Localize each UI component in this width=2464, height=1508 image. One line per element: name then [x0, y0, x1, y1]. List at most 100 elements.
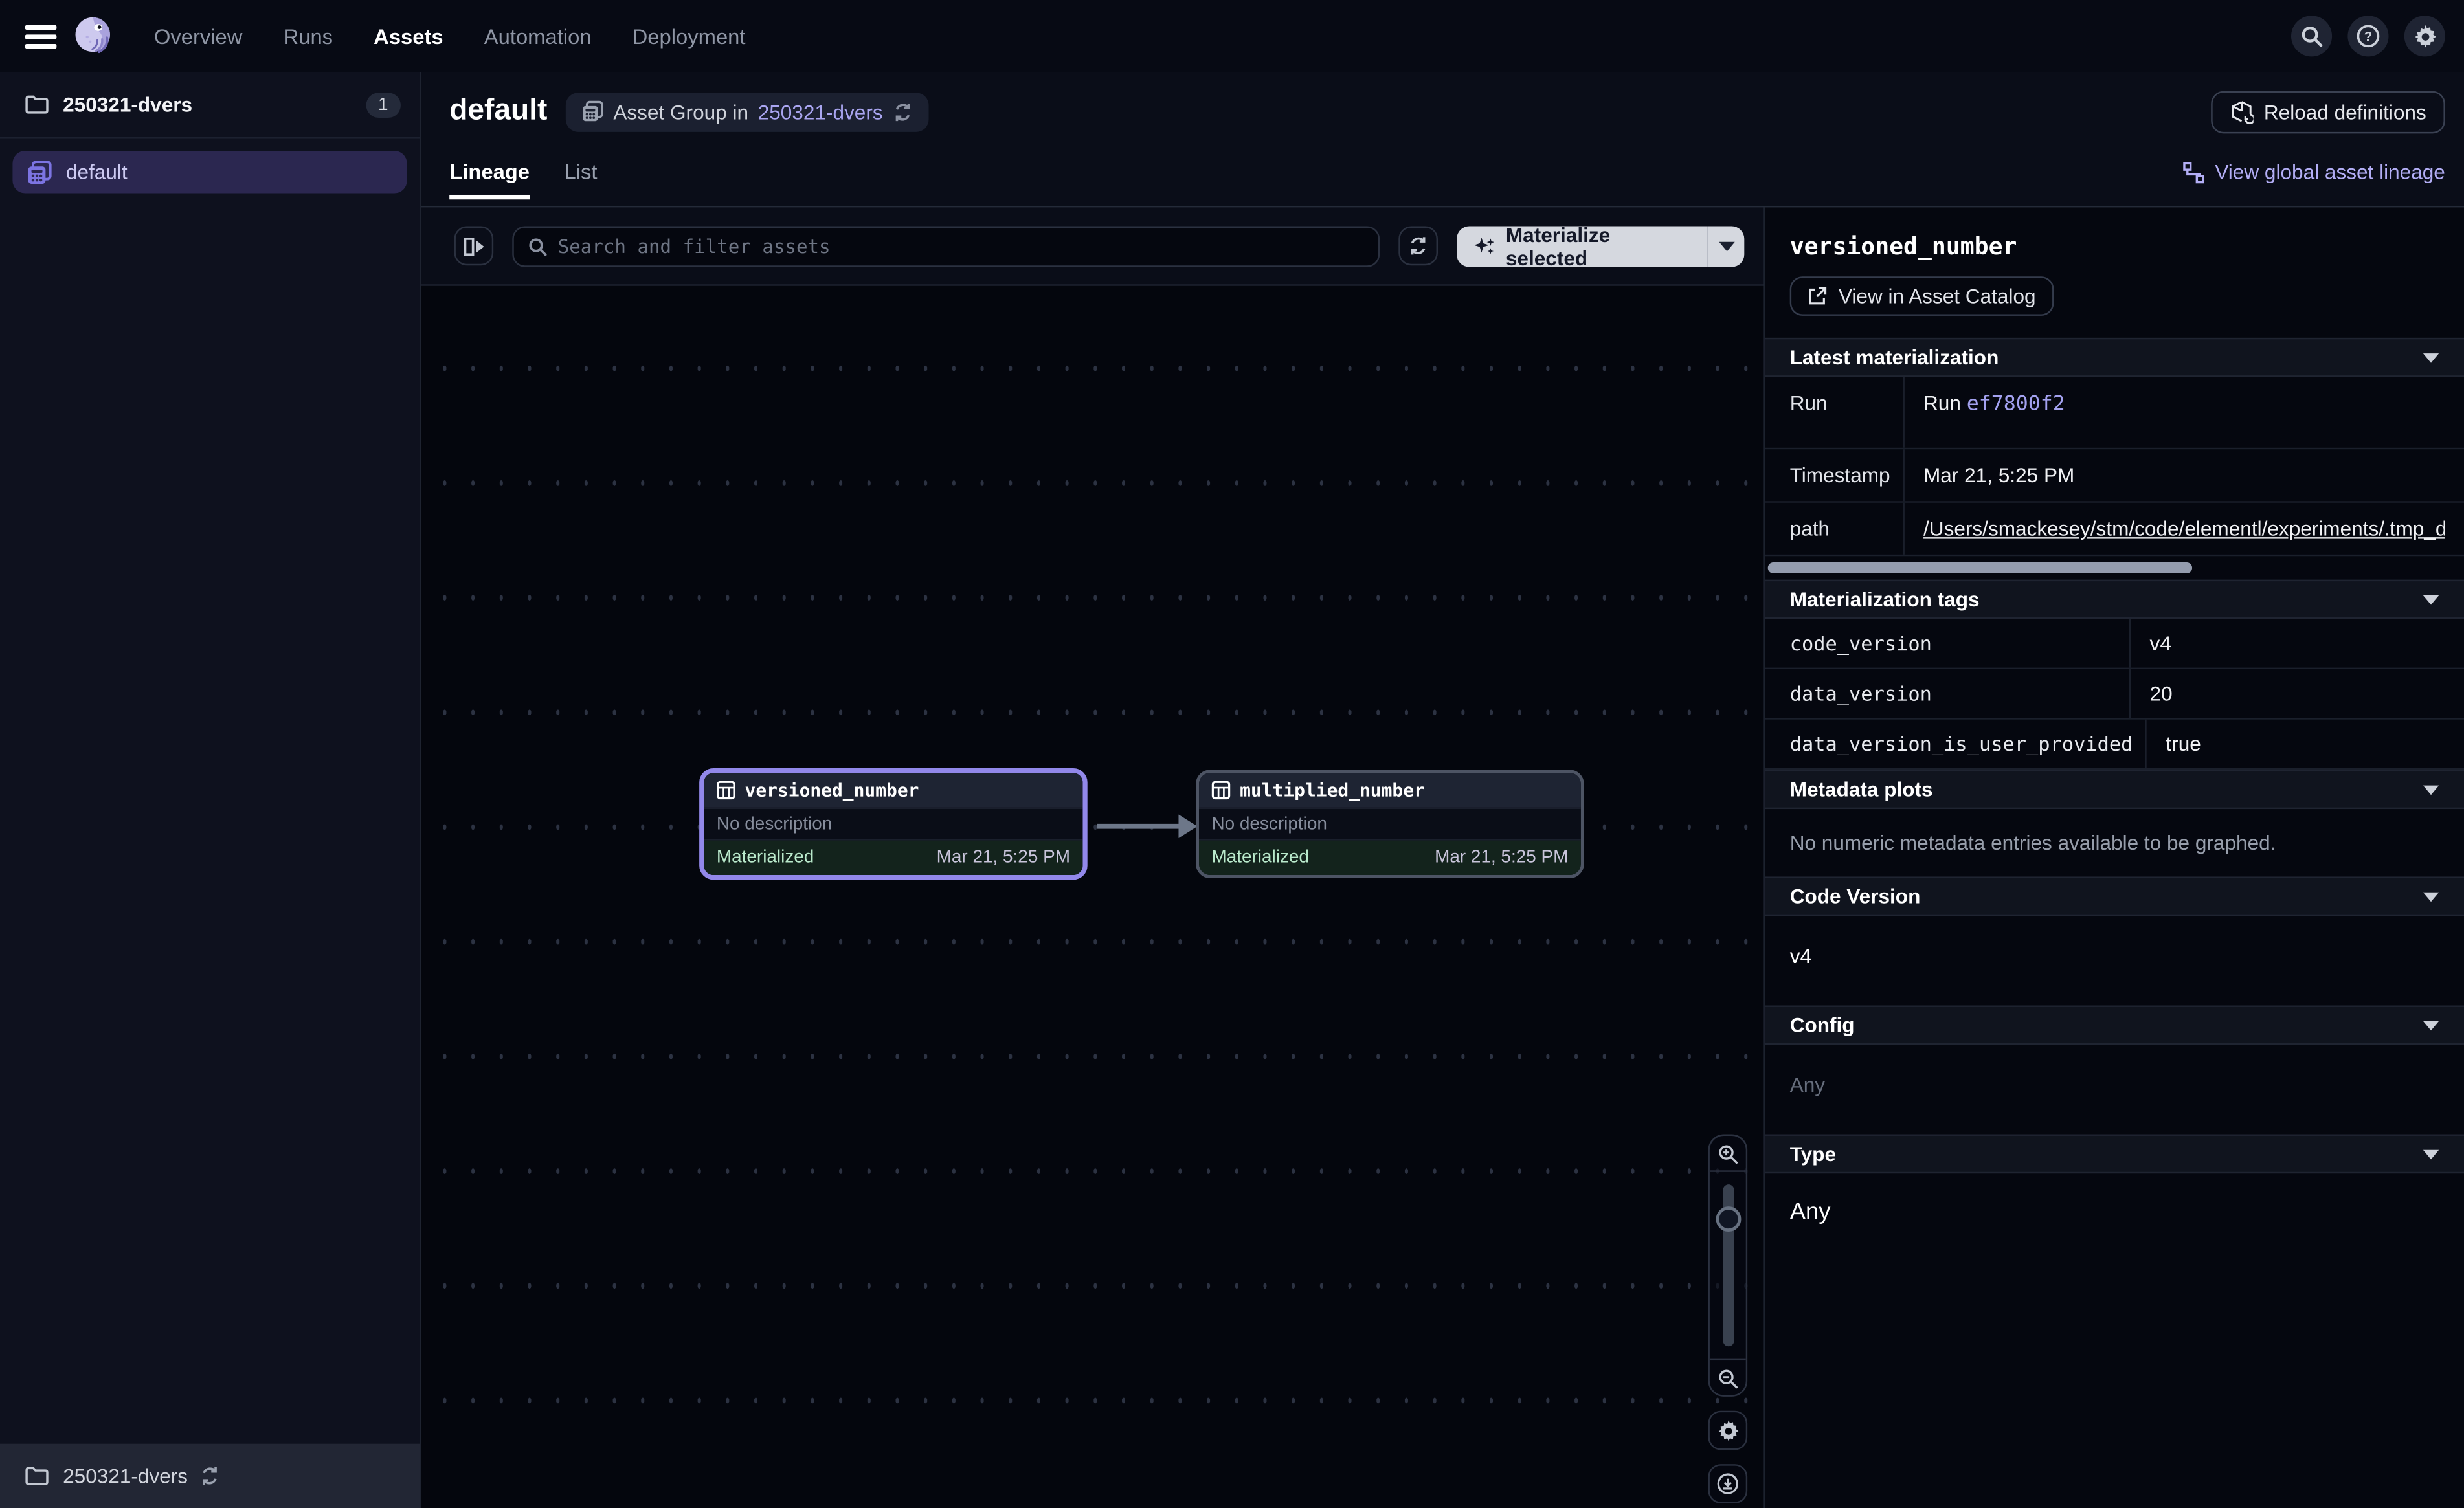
zoom-slider-thumb[interactable]	[1715, 1206, 1740, 1232]
reload-definitions-button[interactable]: Reload definitions	[2210, 91, 2445, 133]
asset-node-description: No description	[1199, 808, 1581, 841]
recenter-view-button[interactable]	[1708, 1464, 1747, 1503]
reload-cube-icon	[2229, 100, 2252, 123]
sidebar-footer[interactable]: 250321-dvers	[0, 1444, 420, 1508]
dagster-app: Overview Runs Assets Automation Deployme…	[0, 0, 2464, 1508]
expand-panel-button[interactable]	[454, 227, 493, 266]
nav-item-assets[interactable]: Assets	[374, 25, 443, 48]
refresh-icon	[1407, 236, 1428, 256]
section-caret-icon[interactable]	[2423, 353, 2439, 362]
asset-node-status-row: Materialized Mar 21, 5:25 PM	[704, 841, 1082, 875]
dagster-logo[interactable]	[73, 14, 117, 58]
section-metadata-plots[interactable]: Metadata plots	[1765, 770, 2464, 809]
metadata-plots-empty: No numeric metadata entries available to…	[1765, 809, 2464, 876]
footer-repo-name: 250321-dvers	[63, 1464, 188, 1487]
section-title: Code Version	[1790, 885, 1921, 908]
asset-node-description: No description	[704, 808, 1082, 841]
chevron-down-icon	[1718, 241, 1734, 251]
main-area: default Asset Group in 250321-dvers	[421, 72, 2464, 1508]
refresh-graph-button[interactable]	[1398, 227, 1438, 266]
tab-lineage[interactable]: Lineage	[449, 151, 530, 199]
badge-prefix: Asset Group in	[613, 100, 748, 123]
help-icon: ?	[2356, 23, 2381, 49]
sidebar-item-default[interactable]: default	[12, 151, 407, 194]
section-title: Materialization tags	[1790, 588, 1980, 611]
page-title: default	[449, 94, 547, 129]
nav-item-runs[interactable]: Runs	[284, 25, 333, 48]
config-value: Any	[1765, 1045, 2464, 1134]
search-icon	[528, 236, 547, 255]
materialized-timestamp: Mar 21, 5:25 PM	[937, 848, 1070, 867]
refresh-icon[interactable]	[892, 102, 913, 122]
section-type[interactable]: Type	[1765, 1135, 2464, 1174]
panel-expand-icon	[463, 236, 485, 255]
section-title: Type	[1790, 1142, 1836, 1166]
view-global-asset-lineage-label: View global asset lineage	[2215, 161, 2445, 184]
asset-node-versioned-number[interactable]: versioned_number No description Material…	[699, 768, 1088, 880]
repo-count-badge: 1	[366, 92, 401, 117]
row-label-path: path	[1765, 503, 1903, 555]
section-latest-materialization[interactable]: Latest materialization	[1765, 338, 2464, 377]
asset-detail-panel: versioned_number View in Asset Catalog L…	[1765, 207, 2464, 1508]
sidebar-repo-row[interactable]: 250321-dvers 1	[0, 72, 420, 139]
asset-sidebar: 250321-dvers 1 default	[0, 72, 421, 1508]
materialize-sparkle-icon	[1473, 235, 1495, 257]
refresh-icon[interactable]	[199, 1466, 219, 1487]
zoom-out-button[interactable]	[1710, 1359, 1746, 1395]
asset-group-icon	[27, 159, 52, 184]
table-row: data_version 20	[1765, 669, 2464, 720]
nav-item-deployment[interactable]: Deployment	[633, 25, 746, 48]
asset-table-icon	[717, 781, 735, 799]
row-value-run: Run ef7800f2	[1903, 377, 2464, 448]
row-label-timestamp: Timestamp	[1765, 449, 1903, 501]
latest-materialization-table: Run Run ef7800f2 Timestamp Mar 21, 5:25 …	[1765, 377, 2464, 557]
tab-list[interactable]: List	[564, 151, 597, 199]
tag-value: v4	[2129, 619, 2464, 667]
search-button[interactable]	[2291, 16, 2332, 56]
section-caret-icon[interactable]	[2423, 595, 2439, 604]
lineage-canvas[interactable]: versioned_number No description Material…	[421, 286, 1764, 1508]
hamburger-menu-icon[interactable]	[25, 25, 57, 48]
materialize-selected-button[interactable]: Materialize selected	[1457, 225, 1745, 266]
help-button[interactable]: ?	[2347, 16, 2388, 56]
asset-node-multiplied-number[interactable]: multiplied_number No description Materia…	[1196, 770, 1584, 878]
run-id-link[interactable]: ef7800f2	[1967, 393, 2065, 416]
section-caret-icon[interactable]	[2423, 1149, 2439, 1159]
gear-icon	[1717, 1419, 1739, 1441]
zoom-in-button[interactable]	[1710, 1136, 1746, 1172]
row-label-run: Run	[1765, 377, 1903, 448]
view-global-asset-lineage-link[interactable]: View global asset lineage	[2182, 151, 2445, 184]
section-title: Latest materialization	[1790, 346, 1999, 369]
zoom-slider[interactable]	[1710, 1172, 1746, 1359]
table-row: path /Users/smackesey/stm/code/elementl/…	[1765, 503, 2464, 557]
svg-text:?: ?	[2364, 29, 2373, 44]
section-config[interactable]: Config	[1765, 1005, 2464, 1045]
graph-settings-button[interactable]	[1708, 1411, 1747, 1450]
settings-button[interactable]	[2404, 16, 2445, 56]
nav-item-overview[interactable]: Overview	[154, 25, 243, 48]
materialize-dropdown-button[interactable]	[1707, 225, 1744, 266]
zoom-out-icon	[1718, 1368, 1738, 1388]
section-caret-icon[interactable]	[2423, 1021, 2439, 1030]
recenter-download-icon	[1716, 1472, 1740, 1495]
section-code-version[interactable]: Code Version	[1765, 876, 2464, 916]
top-nav: Overview Runs Assets Automation Deployme…	[0, 0, 2464, 72]
horizontal-scrollbar[interactable]	[1768, 562, 2192, 573]
search-icon	[2301, 25, 2323, 47]
materialize-selected-label: Materialize selected	[1506, 225, 1689, 266]
primary-nav: Overview Runs Assets Automation Deployme…	[154, 25, 746, 48]
section-materialization-tags[interactable]: Materialization tags	[1765, 580, 2464, 619]
section-caret-icon[interactable]	[2423, 784, 2439, 794]
section-title: Config	[1790, 1014, 1855, 1037]
code-version-value: v4	[1765, 916, 2464, 1005]
row-value-timestamp: Mar 21, 5:25 PM	[1903, 449, 2464, 501]
section-caret-icon[interactable]	[2423, 891, 2439, 901]
folder-icon	[25, 1466, 49, 1487]
search-input[interactable]	[558, 235, 1364, 257]
badge-repo-link[interactable]: 250321-dvers	[758, 100, 883, 123]
nav-item-automation[interactable]: Automation	[484, 25, 592, 48]
tag-key: data_version	[1765, 669, 2129, 718]
view-in-asset-catalog-button[interactable]: View in Asset Catalog	[1790, 276, 2054, 316]
path-link[interactable]: /Users/smackesey/stm/code/elementl/exper…	[1923, 517, 2445, 540]
graph-toolbar: Materialize selected	[421, 207, 1764, 285]
